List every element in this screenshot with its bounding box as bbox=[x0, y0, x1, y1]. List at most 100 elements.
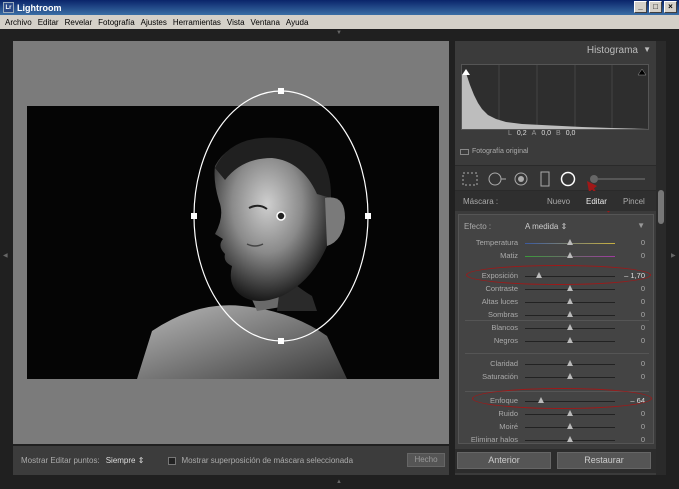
slider-label: Ruido bbox=[498, 409, 518, 418]
effect-collapse-icon[interactable]: ▼ bbox=[637, 221, 645, 230]
slider-value[interactable]: 0 bbox=[641, 310, 645, 319]
original-photo-checkbox[interactable] bbox=[460, 148, 469, 155]
slider-value[interactable]: 0 bbox=[641, 435, 645, 443]
filter-handle-left[interactable] bbox=[191, 213, 197, 219]
menu-item-5[interactable]: Herramientas bbox=[170, 18, 224, 27]
bottom-panel-toggle-icon[interactable]: ▲ bbox=[336, 479, 342, 485]
spot-removal-icon bbox=[488, 172, 506, 186]
slider-row[interactable]: Negros 0 bbox=[459, 335, 653, 347]
slider-label: Eliminar halos bbox=[470, 435, 518, 444]
histogram-title: Histograma bbox=[586, 45, 638, 56]
menu-item-0[interactable]: Archivo bbox=[2, 18, 35, 27]
highlight-oval-sharpness bbox=[472, 388, 652, 409]
adjustments-panel: Efecto : A medida ⇕ ▼ Temperatura 0 Matiz 0… bbox=[458, 214, 654, 444]
slider-thumb[interactable] bbox=[567, 239, 573, 245]
slider-thumb[interactable] bbox=[567, 436, 573, 442]
lightroom-app-icon: Lr bbox=[3, 2, 14, 13]
menu-item-8[interactable]: Ayuda bbox=[283, 18, 312, 27]
slider-label: Sombras bbox=[487, 310, 518, 319]
menu-item-1[interactable]: Editar bbox=[35, 18, 62, 27]
slider-value[interactable]: 0 bbox=[641, 297, 645, 306]
highlight-oval-exposure bbox=[466, 265, 651, 285]
slider-label: Matiz bbox=[500, 251, 518, 260]
top-panel-toggle-icon[interactable]: ▼ bbox=[336, 30, 342, 36]
original-photo-label: Fotografía original bbox=[472, 148, 529, 155]
filter-handle-right[interactable] bbox=[365, 213, 371, 219]
radial-filter-icon bbox=[560, 171, 576, 187]
slider-value[interactable]: 0 bbox=[641, 372, 645, 381]
slider-row[interactable]: Eliminar halos 0 bbox=[459, 434, 653, 444]
show-points-label: Mostrar Editar puntos: bbox=[21, 456, 100, 465]
radial-filter-overlay[interactable] bbox=[180, 85, 380, 350]
slider-row[interactable]: Matiz 0 bbox=[459, 250, 653, 262]
menu-item-7[interactable]: Ventana bbox=[248, 18, 283, 27]
slider-thumb[interactable] bbox=[567, 410, 573, 416]
histogram-header[interactable]: Histograma ▼ bbox=[455, 41, 656, 61]
filter-handle-top[interactable] bbox=[278, 88, 284, 94]
slider-row[interactable]: Blancos 0 bbox=[459, 322, 653, 334]
filter-handle-bottom[interactable] bbox=[278, 338, 284, 344]
mask-edit-button[interactable]: Editar bbox=[586, 197, 607, 206]
slider-value[interactable]: 0 bbox=[641, 336, 645, 345]
menu-item-4[interactable]: Ajustes bbox=[138, 18, 170, 27]
collapse-triangle-icon[interactable]: ▼ bbox=[643, 45, 651, 54]
divider bbox=[465, 353, 649, 354]
panel-scrollbar[interactable] bbox=[656, 41, 666, 475]
left-panel-toggle-icon[interactable]: ◀ bbox=[3, 252, 8, 259]
minimize-button[interactable]: _ bbox=[634, 1, 647, 13]
slider-row[interactable]: Ruido 0 bbox=[459, 408, 653, 420]
show-points-select[interactable]: Siempre ⇕ bbox=[106, 456, 145, 465]
slider-row[interactable]: Saturación 0 bbox=[459, 371, 653, 383]
close-button[interactable]: × bbox=[664, 1, 677, 13]
highlight-clipping-icon bbox=[637, 68, 647, 76]
menu-item-6[interactable]: Vista bbox=[224, 18, 248, 27]
slider-thumb[interactable] bbox=[567, 373, 573, 379]
slider-label: Claridad bbox=[490, 359, 518, 368]
effect-label: Efecto : bbox=[464, 222, 492, 231]
filter-center-pin[interactable] bbox=[276, 211, 286, 221]
slider-label: Temperatura bbox=[475, 238, 518, 247]
slider-row[interactable]: Moiré 0 bbox=[459, 421, 653, 433]
overlay-checkbox[interactable] bbox=[168, 456, 177, 465]
slider-thumb[interactable] bbox=[567, 423, 573, 429]
slider-value[interactable]: 0 bbox=[641, 409, 645, 418]
graduated-filter-icon bbox=[540, 171, 550, 187]
overlay-label: Mostrar superposición de máscara selecci… bbox=[181, 456, 354, 465]
slider-thumb[interactable] bbox=[567, 252, 573, 258]
done-button[interactable]: Hecho bbox=[407, 453, 445, 467]
slider-label: Saturación bbox=[482, 372, 518, 381]
histogram-chart bbox=[461, 64, 649, 130]
slider-row[interactable]: Sombras 0 bbox=[459, 309, 653, 321]
mask-new-button[interactable]: Nuevo bbox=[547, 197, 570, 206]
slider-value[interactable]: 0 bbox=[641, 422, 645, 431]
slider-label: Negros bbox=[493, 336, 518, 345]
effect-select[interactable]: A medida ⇕ bbox=[525, 222, 567, 231]
menu-bar: Archivo Editar Revelar Fotografía Ajustes Her… bbox=[0, 15, 679, 29]
slider-thumb[interactable] bbox=[567, 360, 573, 366]
red-eye-icon bbox=[514, 172, 528, 186]
menu-item-2[interactable]: Revelar bbox=[62, 18, 96, 27]
slider-value[interactable]: 0 bbox=[641, 284, 645, 293]
right-panel-toggle-icon[interactable]: ▶ bbox=[671, 252, 676, 259]
slider-value[interactable]: 0 bbox=[641, 251, 645, 260]
slider-row[interactable]: Altas luces 0 bbox=[459, 296, 653, 308]
slider-value[interactable]: 0 bbox=[641, 359, 645, 368]
slider-thumb[interactable] bbox=[567, 285, 573, 291]
slider-thumb[interactable] bbox=[567, 311, 573, 317]
slider-thumb[interactable] bbox=[567, 324, 573, 330]
slider-row[interactable]: Temperatura 0 bbox=[459, 237, 653, 249]
slider-row[interactable]: Claridad 0 bbox=[459, 358, 653, 370]
slider-value[interactable]: 0 bbox=[641, 323, 645, 332]
slider-thumb[interactable] bbox=[567, 298, 573, 304]
slider-value[interactable]: 0 bbox=[641, 238, 645, 247]
previous-button[interactable]: Anterior bbox=[457, 452, 551, 469]
panel-scrollbar-thumb[interactable] bbox=[658, 190, 664, 224]
title-bar: Lr Lightroom _ □ × bbox=[0, 0, 679, 15]
menu-item-3[interactable]: Fotografía bbox=[95, 18, 137, 27]
slider-thumb[interactable] bbox=[567, 337, 573, 343]
original-photo-toggle[interactable]: Fotografía original bbox=[460, 148, 528, 155]
maximize-button[interactable]: □ bbox=[649, 1, 662, 13]
bottom-toolbar: Mostrar Editar puntos: Siempre ⇕ Mostrar… bbox=[13, 446, 449, 475]
reset-button[interactable]: Restaurar bbox=[557, 452, 651, 469]
mask-brush-button[interactable]: Pincel bbox=[623, 197, 645, 206]
